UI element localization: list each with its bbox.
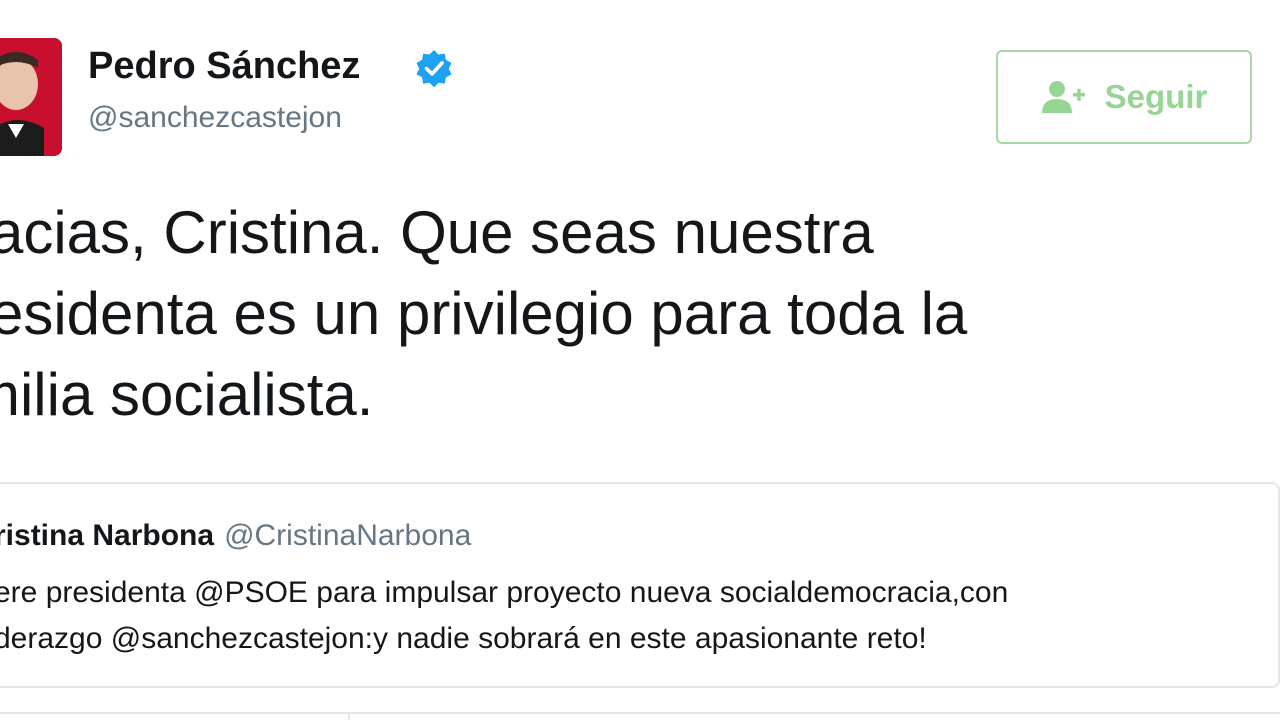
author-name[interactable]: Pedro Sánchez <box>88 42 360 90</box>
divider-tick <box>348 712 350 720</box>
quoted-tweet-text: ere presidenta @PSOE para impulsar proye… <box>0 570 1254 662</box>
follow-button[interactable]: Seguir <box>996 50 1252 144</box>
quoted-tweet[interactable]: ristina Narbona @CristinaNarbona ere pres… <box>0 482 1280 688</box>
profile-photo <box>0 38 62 156</box>
quoted-author-handle: @CristinaNarbona <box>224 519 472 552</box>
add-user-icon <box>1041 81 1085 113</box>
quoted-tweet-header: ristina Narbona @CristinaNarbona <box>0 516 471 556</box>
verified-badge-icon <box>416 50 452 88</box>
quoted-tweet-line: derazgo @sanchezcastejon:y nadie sobrará… <box>0 622 927 655</box>
tweet-line: milia socialista. <box>0 361 374 428</box>
tweet-line: racias, Cristina. Que seas nuestra <box>0 199 874 266</box>
quoted-tweet-line: ere presidenta @PSOE para impulsar proye… <box>0 576 1009 609</box>
tweet-line: residenta es un privilegio para toda la <box>0 280 968 347</box>
follow-label: Seguir <box>1104 78 1208 115</box>
divider <box>0 712 1280 714</box>
avatar[interactable] <box>0 38 62 156</box>
tweet-text: racias, Cristina. Que seas nuestra resid… <box>0 192 1260 435</box>
author-handle[interactable]: @sanchezcastejon <box>88 98 342 138</box>
quoted-author-name: ristina Narbona <box>0 519 215 552</box>
